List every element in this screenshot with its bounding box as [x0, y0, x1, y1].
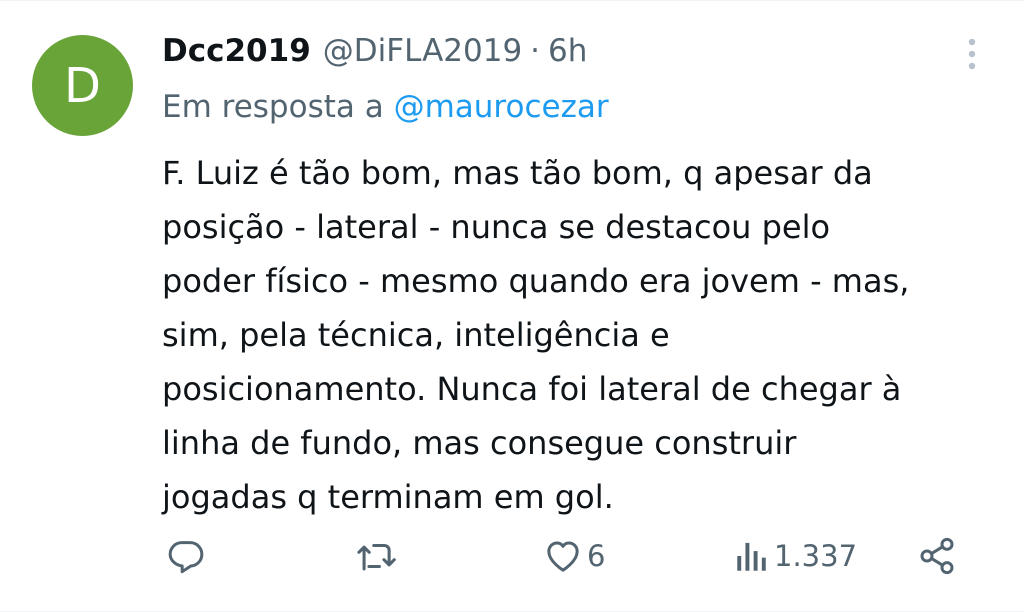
tweet[interactable]: D Dcc2019 @DiFLA2019 · 6h Em resposta a … [0, 0, 1024, 612]
share-button[interactable] [917, 526, 957, 586]
reply-context: Em resposta a @maurocezar [162, 85, 609, 129]
reply-icon [168, 541, 204, 574]
avatar-letter: D [64, 57, 101, 114]
tweet-text-line: sim, pela técnica, inteligência e [162, 316, 670, 354]
views-count: 1.337 [774, 539, 858, 573]
tweet-text-line: jogadas q terminam em gol. [162, 478, 614, 516]
display-name[interactable]: Dcc2019 [162, 29, 311, 73]
tweet-text-line: poder físico - mesmo quando era jovem - … [162, 262, 910, 300]
avatar[interactable]: D [32, 35, 133, 136]
tweet-text-line: F. Luiz é tão bom, mas tão bom, q apesar… [162, 154, 873, 192]
views-button[interactable]: 1.337 [734, 526, 857, 586]
retweet-icon [357, 543, 396, 571]
tweet-text-line: posicionamento. Nunca foi lateral de che… [162, 370, 902, 408]
tweet-text-line: linha de fundo, mas consegue construir [162, 424, 797, 462]
like-count: 6 [587, 539, 606, 573]
more-vertical-icon [968, 38, 976, 70]
more-options-button[interactable] [960, 33, 984, 77]
tweet-text: F. Luiz é tão bom, mas tão bom, q apesar… [162, 146, 1007, 524]
reply-prefix: Em resposta a [162, 89, 384, 125]
action-bar: 6 1.337 [0, 526, 1024, 586]
tweet-header: Dcc2019 @DiFLA2019 · 6h [162, 29, 587, 73]
reply-button[interactable] [166, 526, 206, 586]
views-icon [737, 542, 766, 571]
like-button[interactable]: 6 [543, 526, 605, 586]
heart-icon [547, 541, 579, 572]
reply-mention-link[interactable]: @maurocezar [394, 89, 609, 125]
user-handle[interactable]: @DiFLA2019 [323, 29, 522, 73]
tweet-text-line: posição - lateral - nunca se destacou pe… [162, 208, 831, 246]
timestamp[interactable]: 6h [548, 29, 587, 73]
share-icon [920, 537, 954, 575]
separator-dot: · [530, 33, 541, 69]
retweet-button[interactable] [356, 526, 398, 586]
